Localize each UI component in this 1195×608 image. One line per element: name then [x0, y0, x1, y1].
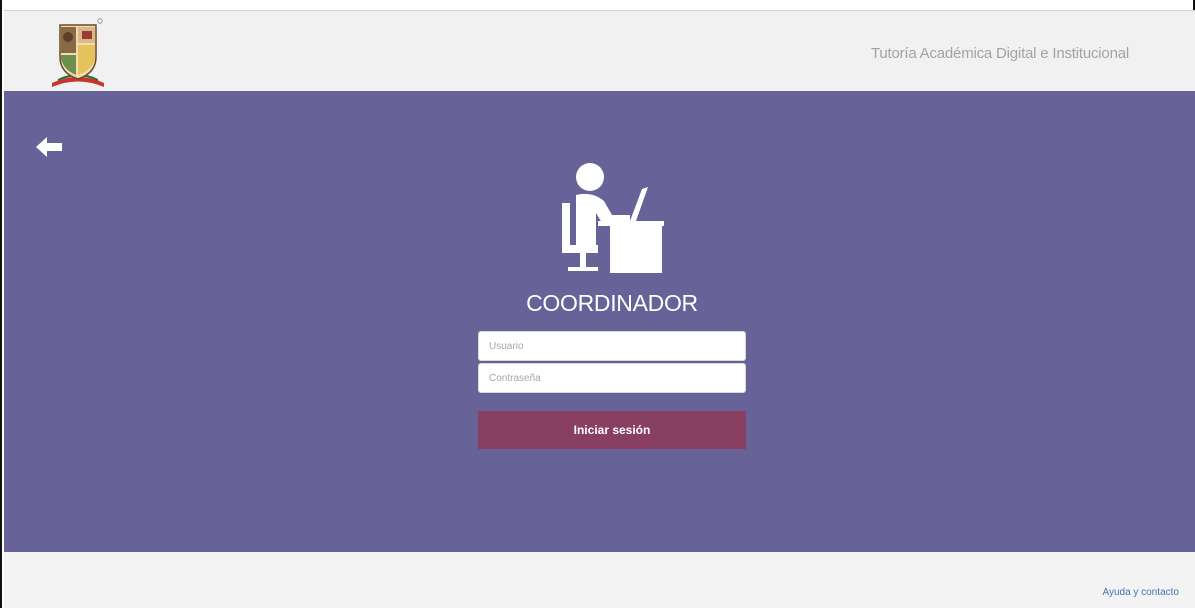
role-title: COORDINADOR	[526, 290, 698, 316]
login-form: Iniciar sesión	[478, 331, 746, 449]
password-input[interactable]	[478, 363, 746, 393]
person-at-desk-computer-icon	[558, 163, 670, 279]
footer: Ayuda y contacto	[4, 552, 1195, 608]
arrow-left-icon[interactable]	[36, 136, 64, 158]
app-window: Tutoría Académica Digital e Instituciona…	[0, 0, 1195, 608]
username-input[interactable]	[478, 331, 746, 361]
institution-shield-logo-icon[interactable]	[38, 13, 118, 87]
top-header: Tutoría Académica Digital e Instituciona…	[4, 10, 1195, 91]
help-contact-link[interactable]: Ayuda y contacto	[1102, 587, 1179, 598]
login-panel: COORDINADOR Iniciar sesión	[4, 91, 1195, 552]
login-button[interactable]: Iniciar sesión	[478, 411, 746, 449]
app-title: Tutoría Académica Digital e Instituciona…	[870, 45, 1129, 62]
